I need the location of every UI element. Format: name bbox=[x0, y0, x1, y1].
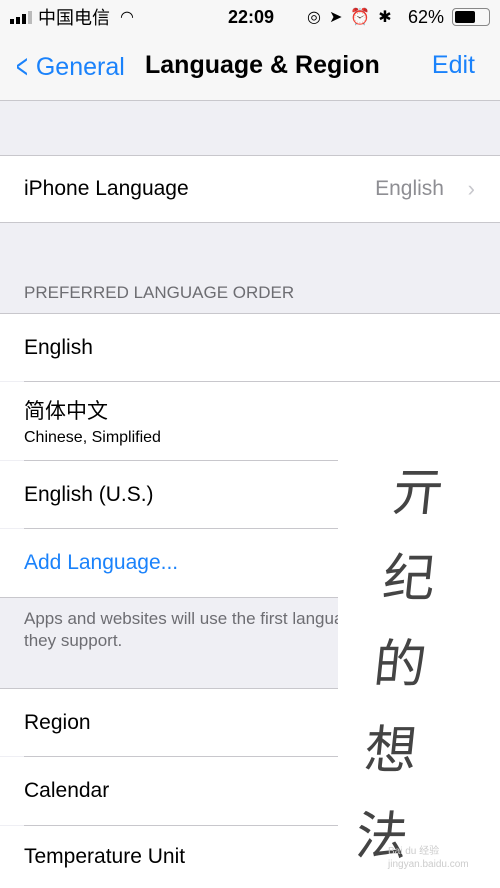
iphone-language-row[interactable]: iPhone Language English › bbox=[0, 156, 500, 222]
time: 22:09 bbox=[228, 6, 275, 27]
handwriting-overlay: 亓纪的想法 Bai du 经验 jingyan.baidu.com bbox=[338, 445, 500, 888]
status-icons: ◎➤⏰✱ bbox=[307, 9, 400, 26]
handwritten-text: 亓纪的想法 bbox=[352, 463, 448, 867]
baidu-watermark: Bai du 经验 jingyan.baidu.com bbox=[388, 846, 469, 870]
chevron-left-icon: < bbox=[15, 48, 28, 86]
wifi-icon: ◠ bbox=[120, 9, 134, 26]
signal-icon bbox=[10, 10, 32, 24]
status-bar: 中国电信 ◠ 22:09 ◎➤⏰✱ 62% bbox=[0, 0, 500, 34]
edit-button[interactable]: Edit bbox=[432, 51, 475, 80]
back-button[interactable]: < General bbox=[12, 48, 125, 87]
battery-icon bbox=[452, 8, 490, 26]
nav-bar: < General Language & Region Edit bbox=[0, 34, 500, 101]
page-title: Language & Region bbox=[145, 51, 380, 79]
chevron-right-icon: › bbox=[467, 176, 475, 201]
preferred-header: PREFERRED LANGUAGE ORDER bbox=[24, 283, 295, 302]
iphone-language-value: English bbox=[375, 177, 444, 200]
carrier: 中国电信 bbox=[38, 8, 110, 28]
language-english[interactable]: English bbox=[0, 314, 500, 381]
battery-percent: 62% bbox=[408, 6, 445, 27]
